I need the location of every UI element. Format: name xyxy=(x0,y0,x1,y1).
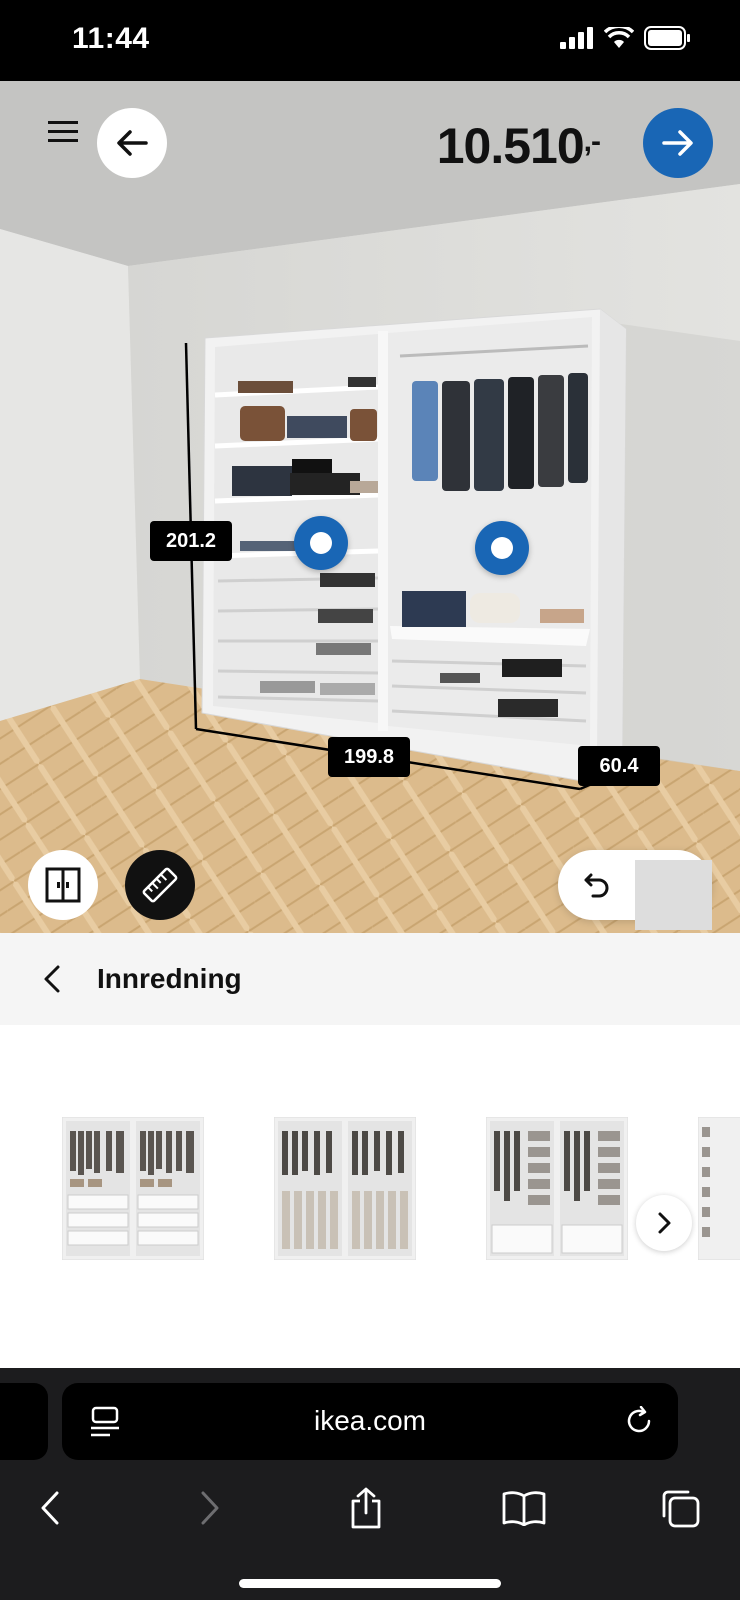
section-handle-left[interactable] xyxy=(294,516,348,570)
tabs-icon xyxy=(662,1490,700,1528)
undo-redo-group xyxy=(558,850,712,930)
price-suffix: ,- xyxy=(583,125,601,158)
section-header: Innredning xyxy=(0,933,740,1025)
measure-toggle-button[interactable] xyxy=(125,850,195,920)
status-bar: 11:44 xyxy=(0,0,740,81)
interior-option-4[interactable] xyxy=(698,1117,740,1260)
signal-icon xyxy=(560,27,593,49)
chevron-left-icon xyxy=(44,965,60,993)
status-icons xyxy=(560,26,692,50)
doors-toggle-button[interactable] xyxy=(28,850,98,920)
price-value: 10.510 xyxy=(436,118,585,174)
height-dimension-label[interactable]: 201.2 xyxy=(150,521,232,561)
share-icon xyxy=(351,1487,381,1529)
interior-option-2[interactable] xyxy=(274,1117,416,1260)
browser-chrome: ikea.com xyxy=(0,1368,740,1600)
bookmarks-button[interactable] xyxy=(496,1480,552,1536)
tabs-button[interactable] xyxy=(652,1480,708,1536)
book-icon xyxy=(502,1491,546,1526)
interior-option-1[interactable] xyxy=(62,1117,204,1260)
interior-option-3[interactable] xyxy=(486,1117,628,1260)
depth-dimension-label[interactable]: 60.4 xyxy=(578,746,660,786)
section-handle-right[interactable] xyxy=(475,521,529,575)
chevron-right-icon xyxy=(658,1212,671,1234)
share-button[interactable] xyxy=(338,1480,394,1536)
chevron-right-icon xyxy=(201,1491,219,1525)
handle-dot xyxy=(491,537,513,559)
carousel-next-button[interactable] xyxy=(636,1195,692,1251)
wardrobe-doors-icon xyxy=(45,867,81,903)
previous-tab[interactable] xyxy=(0,1383,48,1460)
wifi-icon xyxy=(604,27,634,48)
room-render xyxy=(0,81,740,933)
arrow-left-icon xyxy=(117,130,148,156)
address-bar[interactable]: ikea.com xyxy=(62,1383,678,1460)
interior-carousel[interactable] xyxy=(0,1025,740,1368)
status-time: 11:44 xyxy=(72,22,150,55)
undo-redo-divider xyxy=(635,860,712,930)
reload-icon[interactable] xyxy=(624,1406,654,1436)
ruler-icon xyxy=(142,867,178,903)
handle-dot xyxy=(310,532,332,554)
browser-back-button[interactable] xyxy=(22,1480,78,1536)
undo-icon xyxy=(584,873,608,898)
arrow-right-icon xyxy=(662,130,693,156)
back-button[interactable] xyxy=(97,108,167,178)
section-back-button[interactable] xyxy=(28,955,76,1003)
home-indicator[interactable] xyxy=(239,1579,501,1588)
undo-button[interactable] xyxy=(558,850,635,920)
next-step-button[interactable] xyxy=(643,108,713,178)
hamburger-menu-icon xyxy=(48,121,78,142)
browser-forward-button[interactable] xyxy=(182,1480,238,1536)
chevron-left-icon xyxy=(41,1491,59,1525)
url-text: ikea.com xyxy=(313,1405,427,1436)
menu-button[interactable] xyxy=(38,107,88,157)
total-price: 10.510,- xyxy=(436,117,601,175)
wardrobe-3d-view[interactable]: 10.510,- 201.2 199.8 60.4 xyxy=(0,81,740,933)
battery-icon xyxy=(644,26,690,50)
section-title: Innredning xyxy=(97,963,242,994)
width-dimension-label[interactable]: 199.8 xyxy=(328,737,410,777)
